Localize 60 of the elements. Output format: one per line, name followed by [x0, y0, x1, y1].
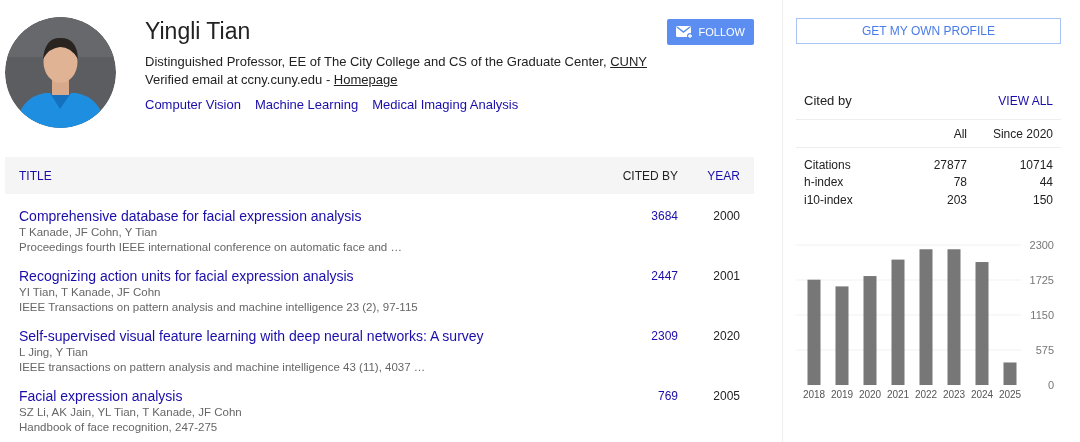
axis-label: 2300: [1029, 238, 1054, 251]
venue-text: IEEE Transactions on pattern analysis and machine intelligence 23 (2), 97-115: [19, 300, 419, 315]
chart-bar: [1003, 362, 1017, 385]
cited-by-header[interactable]: CITED BY: [588, 166, 678, 185]
venue-text: IEEE transactions on pattern analysis and machine intelligence 43 (11), 4037 …: [19, 360, 427, 375]
axis-label: 2020: [858, 388, 882, 400]
stat-value: 78: [953, 174, 967, 192]
year-text: 2020: [713, 328, 740, 345]
article-title-link[interactable]: Comprehensive database for facial expression analysis: [19, 208, 588, 225]
stat-value: 150: [1032, 191, 1053, 209]
authors-text: T Kanade, JF Cohn, Y Tian: [19, 225, 159, 240]
year-text: 2005: [713, 388, 740, 405]
axis-label: 2025: [998, 388, 1022, 400]
mail-icon: [675, 25, 693, 39]
stat-label: i10-index: [804, 192, 853, 207]
venue-text: Proceedings fourth IEEE international conference on automatic face and …: [19, 240, 403, 255]
stat-label: h-index: [804, 175, 844, 190]
view-all-link[interactable]: VIEW ALL: [998, 92, 1053, 110]
article-title-link[interactable]: Recognizing action units for facial expression analysis: [19, 268, 588, 285]
axis-label: 2023: [942, 388, 966, 400]
axis-label: 575: [1035, 343, 1054, 356]
stat-value: 10714: [1019, 156, 1053, 174]
year-header[interactable]: YEAR: [678, 166, 754, 185]
cited-by-link[interactable]: 2309: [651, 328, 678, 345]
affiliation-text: Distinguished Professor, EE of The City College and CS of the Graduate Center, CUNY: [145, 53, 648, 71]
authors-text: SZ Li, AK Jain, YL Tian, T Kanade, JF Cohn: [19, 405, 243, 420]
cited-by-link[interactable]: 3684: [651, 208, 678, 225]
axis-label: 0: [1047, 378, 1054, 391]
title-header[interactable]: TITLE: [5, 166, 588, 185]
year-text: 2000: [713, 208, 740, 225]
article-title-link[interactable]: Self-supervised visual feature learning with deep neural networks: A survey: [19, 328, 588, 345]
year-text: 2001: [713, 268, 740, 285]
axis-label: 2022: [914, 388, 938, 400]
axis-label: 2021: [886, 388, 910, 400]
interest-link[interactable]: Computer Vision: [145, 95, 241, 115]
homepage-link[interactable]: Homepage: [333, 72, 398, 87]
axis-label: 2019: [830, 388, 854, 400]
venue-text: Handbook of face recognition, 247-275: [19, 420, 219, 435]
axis-label: 1725: [1029, 273, 1054, 286]
get-profile-button[interactable]: GET MY OWN PROFILE: [796, 18, 1061, 44]
cited-by-heading: Cited by: [804, 92, 852, 111]
article-title-link[interactable]: Facial expression analysis: [19, 388, 588, 405]
stat-value: 203: [946, 191, 967, 209]
email-text: Verified email at ccny.cuny.edu - Homepage: [145, 71, 399, 89]
cited-by-link[interactable]: 2447: [651, 268, 678, 285]
profile-name: Yingli Tian: [145, 18, 251, 44]
stat-label: Citations: [804, 157, 851, 172]
axis-label: 2018: [802, 388, 826, 400]
cited-by-link[interactable]: 769: [657, 388, 678, 405]
axis-label: 2024: [970, 388, 994, 400]
stat-value: 27877: [933, 156, 967, 174]
affiliation-link[interactable]: CUNY: [610, 54, 647, 69]
axis-label: 1150: [1030, 308, 1054, 321]
authors-text: YI Tian, T Kanade, JF Cohn: [19, 285, 162, 300]
stat-value: 44: [1039, 174, 1053, 192]
column-header: Since 2020: [991, 125, 1053, 143]
column-header: All: [952, 125, 967, 143]
interest-link[interactable]: Medical Imaging Analysis: [372, 95, 519, 115]
interest-link[interactable]: Machine Learning: [254, 95, 359, 115]
authors-text: L Jing, Y Tian: [19, 345, 89, 360]
